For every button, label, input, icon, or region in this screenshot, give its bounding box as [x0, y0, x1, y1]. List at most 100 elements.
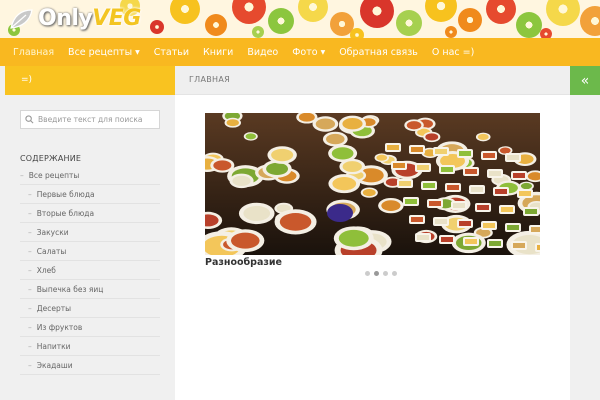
- citrus-slice-decoration: [458, 8, 482, 32]
- main-nav: Главная Все рецепты ▼ Статьи Книги Видео Фото ▼…: [0, 38, 600, 66]
- food-dish: [332, 177, 357, 191]
- sidebar-header: =): [5, 66, 175, 95]
- category-link[interactable]: – Все рецепты: [20, 166, 160, 185]
- nav-item-label: О нас =): [431, 46, 475, 58]
- food-dish: [362, 189, 376, 197]
- category-link[interactable]: – Напитки: [20, 337, 160, 356]
- category-label: Хлеб: [36, 265, 56, 275]
- bowl-food: [483, 223, 495, 228]
- dash-icon: –: [28, 284, 32, 294]
- category-label: Экадаши: [36, 360, 73, 370]
- category-link[interactable]: – Десерты: [20, 299, 160, 318]
- category-link[interactable]: – Салаты: [20, 242, 160, 261]
- nav-item[interactable]: Статьи: [154, 47, 189, 58]
- bowl-food: [537, 245, 540, 250]
- bowl-food: [411, 217, 423, 222]
- food-dish: [376, 154, 388, 161]
- citrus-slice-decoration: [298, 0, 328, 22]
- category-link[interactable]: – Закуски: [20, 223, 160, 242]
- food-dish: [520, 182, 533, 190]
- citrus-slice-decoration: [580, 6, 600, 36]
- nav-item[interactable]: О нас =): [432, 47, 474, 58]
- bowl-food: [393, 163, 405, 168]
- bowl-food: [507, 225, 519, 230]
- image-slider[interactable]: [205, 113, 540, 255]
- slider-dot[interactable]: [392, 271, 397, 276]
- nav-item[interactable]: Видео: [247, 47, 278, 58]
- bowl-food: [459, 151, 471, 156]
- citrus-slice-decoration: [445, 26, 457, 38]
- nav-item-label: Обратная связь: [339, 46, 418, 58]
- category-label: Все рецепты: [28, 170, 80, 180]
- slider-dot[interactable]: [365, 271, 370, 276]
- nav-item[interactable]: Книги: [203, 47, 233, 58]
- header-banner: OnlyVEG: [0, 0, 600, 38]
- food-dish: [315, 118, 336, 130]
- right-sidebar: [570, 95, 600, 400]
- category-link[interactable]: – Выпечка без яиц: [20, 280, 160, 299]
- food-dish: [298, 113, 315, 122]
- citrus-slice-decoration: [170, 0, 200, 24]
- section-title: СОДЕРЖАНИЕ: [20, 154, 82, 163]
- citrus-slice-decoration: [486, 0, 516, 24]
- search-input[interactable]: [38, 115, 158, 124]
- bowl-food: [459, 221, 471, 226]
- bowl-food: [405, 199, 417, 204]
- citrus-slice-decoration: [546, 0, 580, 26]
- slider-dot[interactable]: [383, 271, 388, 276]
- double-chevron-left-icon: «: [580, 72, 590, 89]
- category-label: Закуски: [36, 227, 69, 237]
- slider-dots: [365, 271, 397, 276]
- food-dish: [342, 161, 362, 172]
- bowl-food: [417, 235, 429, 240]
- category-list: – Все рецепты – Первые блюда – Вторые блюда – З…: [20, 166, 160, 375]
- citrus-slice-decoration: [540, 28, 552, 38]
- food-dish: [342, 118, 363, 130]
- citrus-slice-decoration: [252, 26, 264, 38]
- food-dish: [266, 162, 289, 176]
- dash-icon: –: [28, 208, 32, 218]
- collapse-sidebar-button[interactable]: «: [570, 66, 600, 95]
- food-dish: [243, 205, 271, 221]
- category-link[interactable]: – Хлеб: [20, 261, 160, 280]
- category-link[interactable]: – Вторые блюда: [20, 204, 160, 223]
- bowl-food: [531, 227, 540, 232]
- site-logo[interactable]: OnlyVEG: [8, 6, 141, 31]
- slide-caption: Разнообразие: [205, 257, 282, 268]
- bowl-food: [435, 219, 447, 224]
- nav-item[interactable]: Обратная связь: [339, 47, 418, 58]
- category-label: Выпечка без яиц: [36, 284, 104, 294]
- food-dish: [213, 160, 232, 171]
- nav-item-label: Фото: [292, 46, 318, 58]
- nav-item-label: Видео: [247, 46, 279, 58]
- food-dish: [231, 232, 260, 249]
- category-label: Напитки: [36, 341, 71, 351]
- nav-item[interactable]: Главная: [13, 47, 54, 58]
- bowl-food: [465, 169, 477, 174]
- nav-item[interactable]: Все рецепты ▼: [68, 47, 140, 58]
- dash-icon: –: [20, 170, 24, 180]
- bowl-food: [471, 187, 483, 192]
- category-link[interactable]: – Из фруктов: [20, 318, 160, 337]
- food-dish: [338, 229, 369, 247]
- slider-dot[interactable]: [374, 271, 379, 276]
- bowl-food: [525, 209, 537, 214]
- bowl-food: [447, 185, 459, 190]
- food-dish: [477, 133, 489, 141]
- food-dish: [499, 147, 511, 154]
- bowl-food: [435, 149, 447, 154]
- food-dish: [406, 121, 422, 130]
- nav-item[interactable]: Фото ▼: [292, 47, 325, 58]
- search-box[interactable]: [20, 110, 160, 129]
- bowl-food: [495, 189, 507, 194]
- category-link[interactable]: – Первые блюда: [20, 185, 160, 204]
- bowl-food: [411, 147, 423, 152]
- food-dish: [245, 133, 257, 140]
- nav-item-label: Главная: [13, 46, 55, 58]
- bowl-food: [441, 237, 453, 242]
- dash-icon: –: [28, 189, 32, 199]
- nav-item-label: Все рецепты: [68, 46, 133, 58]
- bowl-food: [399, 181, 411, 186]
- main-content: ГЛАВНАЯ Разнообразие: [175, 66, 570, 400]
- category-link[interactable]: – Экадаши: [20, 356, 160, 375]
